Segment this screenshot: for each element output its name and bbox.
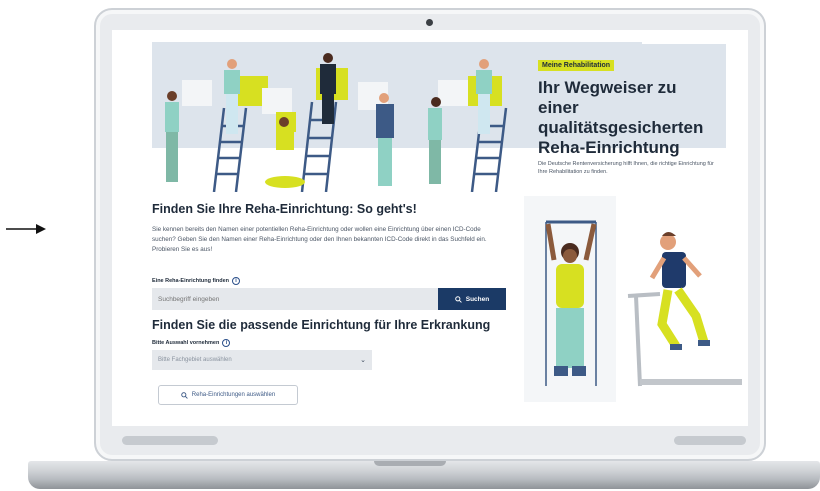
search-icon: [181, 391, 188, 399]
disease-title: Finden Sie die passende Einrichtung für …: [152, 318, 491, 332]
chevron-down-icon: ⌄: [360, 357, 366, 364]
finder-intro: Sie kennen bereits den Namen einer poten…: [152, 226, 487, 253]
search-label: Eine Reha-Einrichtung finden: [152, 278, 230, 284]
hero-description: Die Deutsche Rentenversicherung hilft Ih…: [538, 161, 714, 175]
exercise-band-illustration: [524, 196, 616, 402]
select-label: Bitte Auswahl vornehmen: [152, 340, 220, 346]
search-icon: [454, 295, 462, 303]
search-row: Suchen: [152, 288, 506, 310]
info-icon[interactable]: i: [232, 277, 241, 285]
specialty-select-value: Bitte Fachgebiet auswählen: [158, 357, 232, 363]
select-label-row: Bitte Auswahl vornehmen i: [152, 339, 231, 347]
choose-facilities-button[interactable]: Reha-Einrichtungen auswählen: [158, 385, 298, 405]
laptop-hinge-left: [122, 436, 218, 445]
specialty-select[interactable]: Bitte Fachgebiet auswählen ⌄: [152, 350, 372, 370]
laptop-hinge-right: [674, 436, 746, 445]
choose-facilities-label: Reha-Einrichtungen auswählen: [191, 392, 276, 398]
finder-title: Finden Sie Ihre Reha-Einrichtung: So geh…: [152, 202, 417, 216]
finder-panel: Finden Sie Ihre Reha-Einrichtung: So geh…: [152, 200, 516, 426]
search-button-label: Suchen: [465, 295, 490, 303]
search-input[interactable]: [152, 288, 438, 310]
treadmill-illustration: [626, 196, 744, 402]
hero-title: Ihr Wegweiser zu einer qualitätsgesicher…: [538, 78, 704, 157]
info-icon[interactable]: i: [222, 339, 231, 347]
laptop-base-notch: [374, 461, 446, 466]
camera-icon: [426, 19, 433, 26]
hero-card: Meine Rehabilitation Ihr Wegweiser zu ei…: [530, 44, 726, 157]
hero-badge: Meine Rehabilitation: [538, 60, 615, 71]
laptop-screen: Meine Rehabilitation Ihr Wegweiser zu ei…: [112, 30, 748, 426]
search-label-row: Eine Reha-Einrichtung finden i: [152, 277, 241, 285]
arrow-right-icon: [6, 224, 46, 234]
search-button[interactable]: Suchen: [438, 288, 506, 310]
